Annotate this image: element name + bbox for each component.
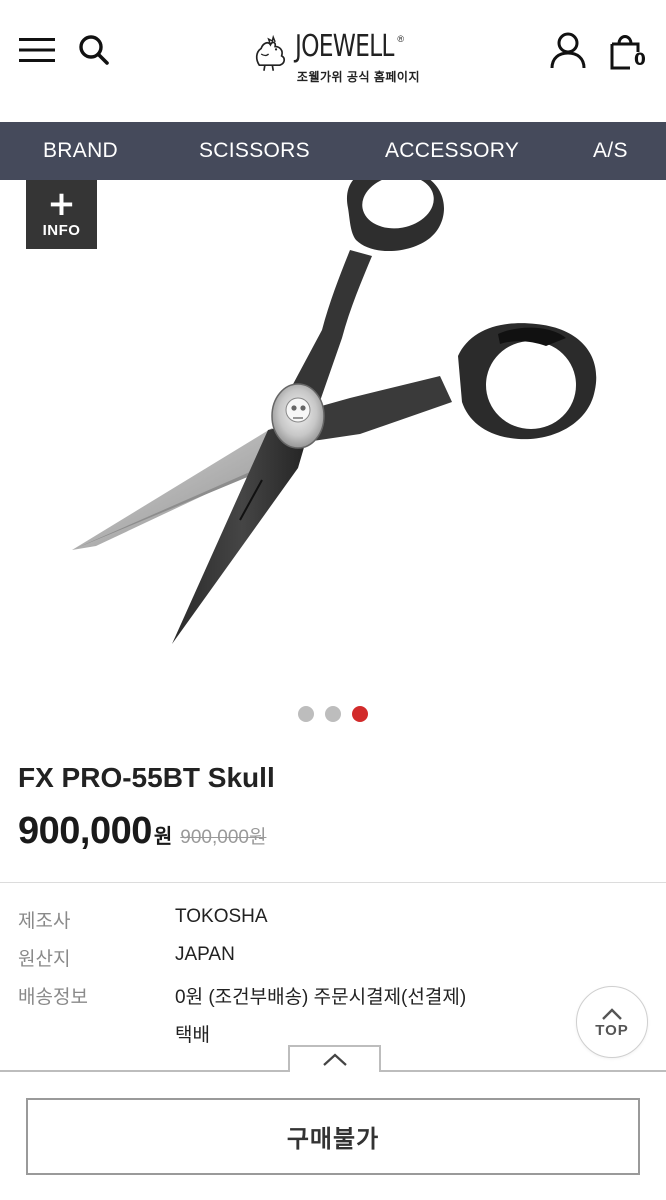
section-divider <box>0 882 666 883</box>
info-value-shipping-method: 택배 <box>175 1025 210 1046</box>
original-price: 900,000원 <box>180 827 267 848</box>
price-currency: 원 <box>153 826 173 848</box>
scroll-top-button[interactable]: TOP <box>576 986 648 1058</box>
main-nav: BRAND SCISSORS ACCESSORY A/S <box>0 122 666 180</box>
chevron-up-icon <box>322 1053 347 1066</box>
cart-count-badge: 0 <box>634 50 646 70</box>
logo-subtitle: 조웰가위 공식 홈페이지 <box>296 70 420 84</box>
site-header: JOEWELL ® 조웰가위 공식 홈페이지 0 <box>0 0 666 122</box>
info-label-origin: 원산지 <box>18 949 71 970</box>
menu-icon[interactable] <box>14 28 60 72</box>
site-logo[interactable]: JOEWELL ® 조웰가위 공식 홈페이지 <box>250 30 420 94</box>
scroll-top-label: TOP <box>595 1021 629 1039</box>
carousel-indicators <box>0 706 666 726</box>
price-row: 900,000 원 900,000원 <box>18 810 266 853</box>
cart-icon[interactable]: 0 <box>604 26 654 76</box>
info-value-shipping: 0원 (조건부배송) 주문시결제(선결제) <box>175 987 467 1008</box>
logo-wordmark: JOEWELL <box>294 29 394 64</box>
nav-item-brand[interactable]: BRAND <box>43 122 118 180</box>
panel-toggle-button[interactable] <box>288 1045 381 1072</box>
purchase-button[interactable]: 구매불가 <box>26 1098 640 1175</box>
carousel-dot-1[interactable] <box>298 706 314 722</box>
info-label: INFO <box>42 222 81 239</box>
carousel-dot-3[interactable] <box>352 706 368 722</box>
nav-item-scissors[interactable]: SCISSORS <box>199 122 310 180</box>
plus-icon: + <box>47 184 76 224</box>
carousel-dot-2[interactable] <box>325 706 341 722</box>
product-image-gallery[interactable]: + INFO <box>0 180 666 700</box>
rooster-logo-icon <box>255 34 286 71</box>
info-label-manufacturer: 제조사 <box>18 911 71 932</box>
registered-mark: ® <box>397 34 405 44</box>
info-label-shipping: 배송정보 <box>18 987 88 1008</box>
user-icon[interactable] <box>544 26 592 74</box>
nav-item-accessory[interactable]: ACCESSORY <box>385 122 519 180</box>
info-value-origin: JAPAN <box>175 944 235 965</box>
search-icon[interactable] <box>72 28 116 72</box>
sale-price: 900,000 <box>18 810 152 852</box>
info-value-manufacturer: TOKOSHA <box>175 906 268 927</box>
product-photo <box>72 180 597 644</box>
chevron-up-icon <box>602 1007 622 1020</box>
product-title: FX PRO-55BT Skull <box>18 762 275 793</box>
nav-item-as[interactable]: A/S <box>593 122 628 180</box>
info-button[interactable]: + INFO <box>26 180 97 249</box>
